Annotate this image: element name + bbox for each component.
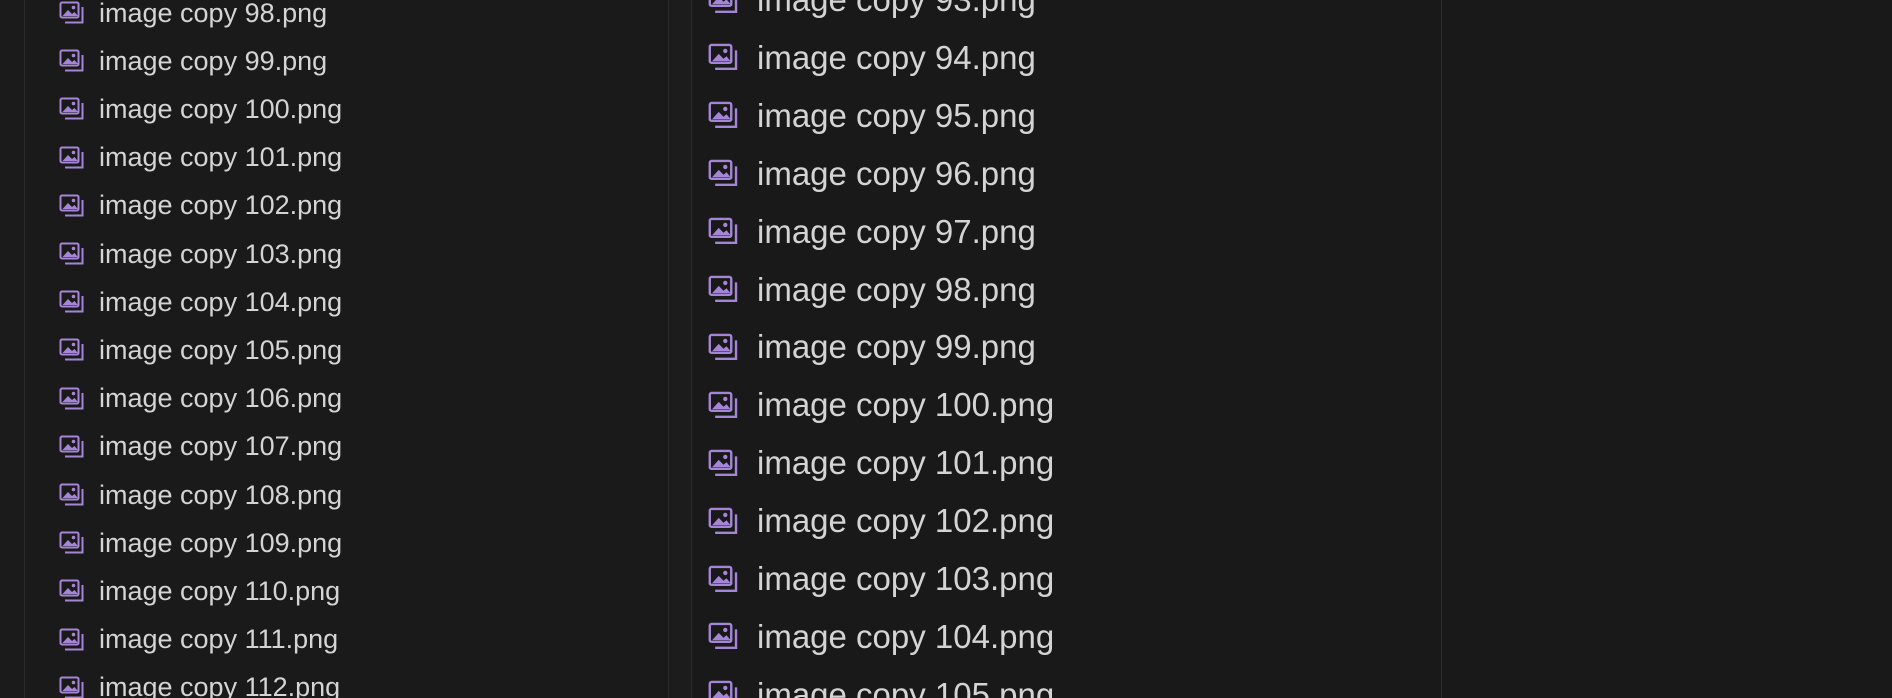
file-item[interactable]: image copy 108.png (59, 471, 342, 519)
file-item[interactable]: image copy 101.png (708, 434, 1054, 492)
file-item[interactable]: image copy 112.png (59, 664, 340, 698)
file-item[interactable]: image copy 97.png (708, 203, 1036, 261)
image-file-icon (708, 101, 739, 130)
file-name: image copy 99.png (757, 328, 1036, 366)
image-file-icon (708, 0, 739, 15)
file-item[interactable]: image copy 105.png (59, 326, 342, 374)
file-name: image copy 101.png (99, 142, 343, 173)
file-name: image copy 104.png (757, 617, 1055, 655)
image-file-icon (708, 622, 739, 651)
file-item[interactable]: image copy 105.png (708, 666, 1054, 698)
file-name: image copy 96.png (757, 154, 1036, 192)
left-edge-panel (0, 0, 25, 698)
file-item[interactable]: image copy 102.png (708, 492, 1054, 550)
image-file-icon (708, 565, 739, 594)
file-item[interactable]: image copy 104.png (708, 608, 1054, 666)
image-file-icon (59, 49, 85, 73)
image-file-icon (59, 387, 85, 411)
file-name: image copy 109.png (99, 527, 343, 558)
image-file-icon (59, 579, 85, 603)
image-file-icon (59, 435, 85, 459)
file-name: image copy 95.png (757, 96, 1036, 134)
file-item[interactable]: image copy 98.png (708, 261, 1036, 319)
file-name: image copy 98.png (99, 0, 328, 28)
image-file-icon (708, 449, 739, 478)
file-name: image copy 110.png (99, 575, 341, 606)
file-item[interactable]: image copy 106.png (59, 375, 342, 423)
file-name: image copy 102.png (757, 502, 1055, 540)
file-item[interactable]: image copy 98.png (59, 0, 327, 37)
file-name: image copy 106.png (99, 383, 343, 414)
file-name: image copy 102.png (99, 190, 343, 221)
file-name: image copy 100.png (99, 93, 343, 124)
file-name: image copy 98.png (757, 270, 1036, 308)
file-item[interactable]: image copy 94.png (708, 29, 1036, 87)
file-item[interactable]: image copy 93.png (708, 0, 1036, 29)
image-file-icon (59, 1, 85, 25)
image-file-icon (59, 628, 85, 652)
pane-divider[interactable] (669, 0, 692, 698)
file-name: image copy 108.png (99, 479, 343, 510)
file-name: image copy 105.png (99, 334, 343, 365)
file-item[interactable]: image copy 104.png (59, 278, 342, 326)
file-name: image copy 99.png (99, 45, 328, 76)
image-file-icon (59, 531, 85, 555)
file-item[interactable]: image copy 107.png (59, 423, 342, 471)
file-name: image copy 112.png (99, 672, 341, 698)
file-name: image copy 103.png (757, 560, 1055, 597)
image-file-icon (708, 507, 739, 536)
file-item[interactable]: image copy 99.png (708, 318, 1036, 376)
file-item[interactable]: image copy 101.png (59, 134, 342, 182)
image-file-icon (708, 275, 739, 304)
image-file-icon (59, 290, 85, 314)
file-item[interactable]: image copy 95.png (708, 87, 1036, 145)
image-file-icon (59, 242, 85, 266)
file-name: image copy 100.png (757, 386, 1055, 424)
file-item[interactable]: image copy 103.png (59, 230, 342, 278)
image-file-icon (59, 97, 85, 121)
file-name: image copy 105.png (757, 675, 1055, 698)
file-item[interactable]: image copy 100.png (59, 85, 342, 133)
file-item[interactable]: image copy 109.png (59, 519, 342, 567)
image-file-icon (59, 194, 85, 218)
file-item[interactable]: image copy 100.png (708, 376, 1054, 434)
file-name: image copy 94.png (757, 38, 1036, 76)
image-file-icon (59, 676, 85, 698)
file-explorer-window: image copy 98.png image copy 99.png image … (0, 0, 1892, 698)
file-name: image copy 93.png (757, 0, 1036, 19)
image-file-icon (708, 159, 739, 188)
file-item[interactable]: image copy 102.png (59, 182, 342, 230)
image-file-icon (59, 146, 85, 170)
file-name: image copy 97.png (757, 212, 1036, 250)
file-name: image copy 103.png (99, 238, 343, 269)
file-item[interactable]: image copy 103.png (708, 550, 1054, 608)
file-item[interactable]: image copy 111.png (59, 616, 338, 664)
image-file-icon (59, 483, 85, 507)
image-file-icon (708, 391, 739, 420)
image-file-icon (59, 338, 85, 362)
file-item[interactable]: image copy 96.png (708, 145, 1036, 203)
file-list-left: image copy 98.png image copy 99.png image … (25, 0, 669, 698)
file-name: image copy 104.png (99, 286, 343, 317)
image-file-icon (708, 217, 739, 246)
file-name: image copy 107.png (99, 431, 343, 462)
file-item[interactable]: image copy 99.png (59, 37, 327, 85)
file-name: image copy 111.png (99, 624, 339, 655)
file-item[interactable]: image copy 110.png (59, 567, 340, 615)
file-list-right: image copy 93.png image copy 94.png image … (692, 0, 1442, 698)
image-file-icon (708, 333, 739, 362)
empty-pane (1442, 0, 1892, 698)
image-file-icon (708, 680, 739, 698)
image-file-icon (708, 43, 739, 72)
file-name: image copy 101.png (757, 444, 1055, 482)
